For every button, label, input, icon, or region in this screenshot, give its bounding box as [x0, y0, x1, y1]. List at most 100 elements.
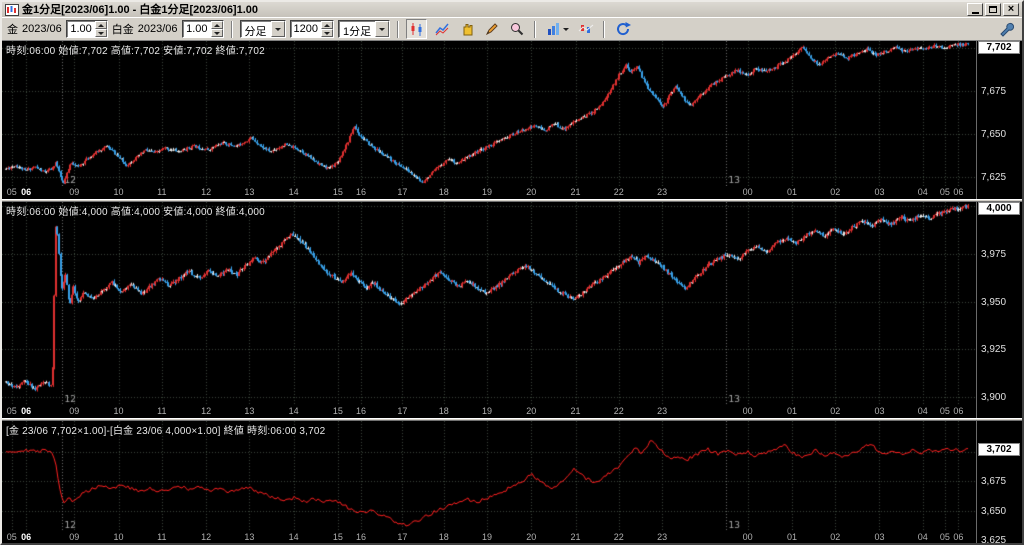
x-axis-time-label: 15 [332, 187, 343, 197]
x-axis-time-label: 05 [6, 532, 17, 542]
x-axis-time-label: 21 [570, 406, 581, 416]
x-axis-time-label: 09 [69, 532, 80, 542]
close-icon: × [1007, 3, 1015, 15]
candle-chart-icon [411, 23, 422, 36]
gold-contract-month: 2023/06 [22, 23, 62, 35]
dropdown-button[interactable] [270, 21, 285, 37]
zoom-tool-button[interactable] [506, 19, 527, 39]
x-axis-time-label: 04 [917, 187, 928, 197]
line-chart-icon [435, 23, 449, 36]
gold-chart-canvas[interactable] [2, 41, 976, 186]
x-axis-time-label: 05 [939, 406, 950, 416]
x-axis-time-label: 11 [157, 187, 167, 197]
line-chart-button[interactable] [431, 19, 452, 39]
gold-multiplier-stepper[interactable]: 1.00 [65, 20, 108, 38]
gold-multiplier-value: 1.00 [70, 23, 92, 35]
x-axis-time-label: 06 [21, 187, 32, 197]
spread-chart-canvas[interactable] [2, 421, 976, 531]
refresh-button[interactable] [612, 19, 633, 39]
minimize-button[interactable] [967, 3, 983, 16]
spin-up-button[interactable] [210, 21, 223, 29]
x-axis-time-label: 11 [157, 406, 167, 416]
bar-chart-menu-button[interactable] [543, 19, 571, 39]
x-axis-time-label: 14 [288, 532, 299, 542]
x-axis-time-label: 04 [917, 406, 928, 416]
technical-chart-button[interactable] [575, 19, 596, 39]
x-axis-time-label: 04 [917, 532, 928, 542]
arrow-down-icon [213, 31, 220, 35]
x-axis-time-label: 14 [288, 187, 299, 197]
spread-chart-panel: [金 23/06 7,702×1.00]-[白金 23/06 4,000×1.0… [2, 421, 1022, 543]
arrow-down-icon [97, 31, 104, 35]
toolbar-separator [397, 20, 400, 38]
platinum-chart-canvas[interactable] [2, 202, 976, 405]
x-axis-time-label: 06 [21, 532, 32, 542]
x-axis-time-label: 19 [481, 532, 493, 542]
x-axis-time-label: 00 [742, 406, 753, 416]
hand-tool-button[interactable] [456, 19, 477, 39]
spin-up-button[interactable] [321, 21, 334, 29]
platinum-multiplier-value: 1.00 [186, 23, 208, 35]
chart-app-window: 金1分足[2023/06]1.00 - 白金1分足[2023/06]1.00 ×… [0, 0, 1024, 545]
x-axis-time-label: 16 [355, 187, 366, 197]
x-axis-time-label: 05 [939, 532, 950, 542]
bar-count-stepper[interactable]: 1200 [289, 20, 335, 38]
x-axis-time-label: 17 [397, 532, 408, 542]
spread-formula-info: [金 23/06 7,702×1.00]-[白金 23/06 4,000×1.0… [6, 426, 326, 437]
refresh-icon [616, 22, 631, 36]
x-axis-time-label: 06 [953, 187, 964, 197]
x-axis-time-label: 16 [355, 532, 366, 542]
maximize-button[interactable] [985, 3, 1001, 16]
gold-price-axis: 7,675 7,650 7,625 7,702 [976, 41, 1022, 199]
spread-time-axis: 05 06 09 10 11 12 13 14 15 16 17 18 19 20 21 22 23 00 01 02… [2, 531, 976, 543]
gold-quote-info: 時刻:06:00 始値:7,702 高値:7,702 安値:7,702 終値:7… [6, 46, 265, 57]
arrow-up-icon [324, 23, 331, 27]
x-axis-time-label: 15 [332, 406, 343, 416]
spin-up-button[interactable] [94, 21, 107, 29]
technical-chart-icon [578, 24, 593, 33]
x-axis-time-label: 10 [113, 406, 124, 416]
y-axis-tick-label: 3,625 [981, 535, 1007, 543]
hand-tool-icon [463, 24, 473, 36]
x-axis-time-label: 14 [288, 406, 299, 416]
pencil-tool-button[interactable] [481, 19, 502, 39]
interval-value: 1分足 [343, 26, 372, 38]
y-axis-tick-label: 3,675 [981, 476, 1007, 488]
bar-count-value: 1200 [293, 23, 319, 35]
x-axis-time-label: 13 [244, 406, 255, 416]
period-type-select[interactable]: 分足 [239, 20, 286, 38]
x-axis-time-label: 17 [397, 187, 408, 197]
toolbar-separator [603, 20, 606, 38]
settings-wrench-button[interactable] [996, 19, 1017, 39]
dropdown-button[interactable] [375, 21, 390, 37]
x-axis-time-label: 18 [438, 532, 449, 542]
spin-down-button[interactable] [210, 29, 223, 37]
x-axis-time-label: 00 [742, 187, 753, 197]
toolbar: 金 2023/06 1.00 白金 2023/06 1.00 分足 1200 1… [2, 17, 1022, 40]
maximize-icon [989, 6, 997, 13]
x-axis-time-label: 12 [201, 187, 212, 197]
toolbar-separator [534, 20, 537, 38]
chart-window-icon [5, 3, 19, 16]
y-axis-tick-label: 3,950 [981, 296, 1007, 308]
x-axis-time-label: 03 [874, 406, 885, 416]
candle-chart-button[interactable] [406, 19, 428, 39]
spin-down-button[interactable] [321, 29, 334, 37]
gold-time-axis: 05 06 09 10 11 12 13 14 15 16 17 18 19 20 21 22 23 00 01 02… [2, 186, 976, 199]
platinum-symbol-label: 白金 [111, 24, 134, 36]
x-axis-time-label: 17 [397, 406, 408, 416]
close-button[interactable]: × [1003, 3, 1019, 16]
titlebar[interactable]: 金1分足[2023/06]1.00 - 白金1分足[2023/06]1.00 × [2, 2, 1022, 17]
x-axis-time-label: 03 [874, 187, 885, 197]
y-axis-tick-label: 3,650 [981, 505, 1007, 517]
spin-down-button[interactable] [94, 29, 107, 37]
platinum-multiplier-stepper[interactable]: 1.00 [181, 20, 224, 38]
platinum-quote-info: 時刻:06:00 始値:4,000 高値:4,000 安値:4,000 終値:4… [6, 207, 265, 218]
interval-select[interactable]: 1分足 [338, 20, 391, 38]
pencil-tool-icon [485, 23, 498, 36]
x-axis-time-label: 21 [570, 187, 581, 197]
current-price-badge: 4,000 [978, 202, 1020, 215]
arrow-up-icon [213, 23, 220, 27]
x-axis-time-label: 18 [438, 187, 449, 197]
x-axis-time-label: 23 [657, 406, 668, 416]
